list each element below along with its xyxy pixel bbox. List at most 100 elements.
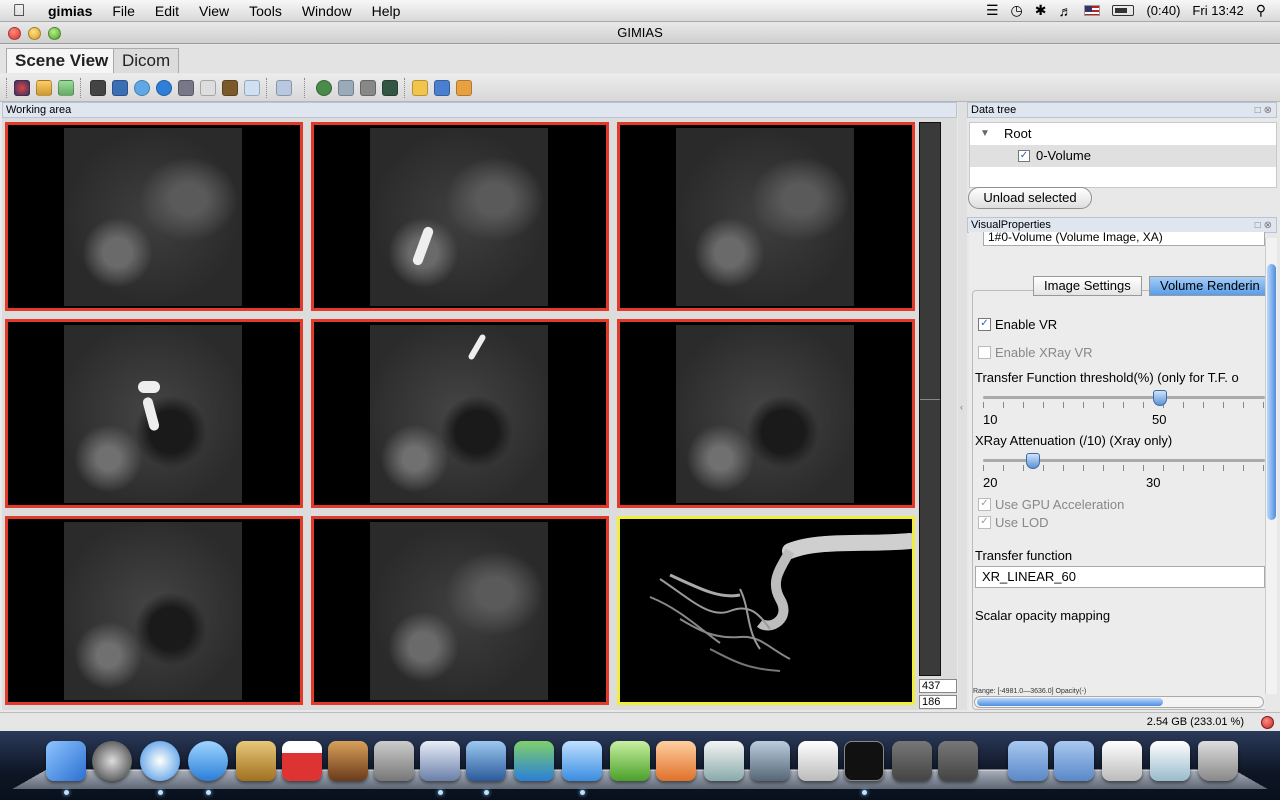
system-preferences-icon[interactable]: [374, 741, 414, 781]
slice-view-8[interactable]: [311, 516, 609, 705]
crosshair-icon[interactable]: [178, 80, 194, 96]
minimize-window-button[interactable]: [28, 27, 41, 40]
info-icon[interactable]: [156, 80, 172, 96]
window-thumb-icon[interactable]: [892, 741, 932, 781]
tree-item-checkbox[interactable]: ✓: [1018, 150, 1030, 162]
data-selector-combo[interactable]: 1#0-Volume (Volume Image, XA): [983, 232, 1265, 246]
xray-attenuation-knob[interactable]: [1026, 453, 1040, 469]
use-lod-checkbox[interactable]: ✓: [978, 516, 991, 529]
tab-volume-rendering[interactable]: Volume Renderin: [1149, 276, 1265, 296]
enable-xray-checkbox[interactable]: [978, 346, 991, 359]
tab-image-settings[interactable]: Image Settings: [1033, 276, 1142, 296]
close-panel-icon[interactable]: □ ⊗: [1255, 219, 1272, 233]
powerpoint-icon[interactable]: [656, 741, 696, 781]
menu-help[interactable]: Help: [362, 3, 411, 19]
menu-edit[interactable]: Edit: [145, 3, 189, 19]
properties-vertical-scrollbar[interactable]: [1265, 238, 1277, 694]
slice-view-2[interactable]: [311, 122, 609, 311]
settings-icon[interactable]: [200, 80, 216, 96]
downloads-stack-icon[interactable]: [1102, 741, 1142, 781]
menu-window[interactable]: Window: [292, 3, 362, 19]
open-folder-icon[interactable]: [412, 80, 428, 96]
slice-view-5[interactable]: [311, 319, 609, 508]
photo-icon[interactable]: [750, 741, 790, 781]
applications-folder-icon[interactable]: [1008, 741, 1048, 781]
slice-scrollbar[interactable]: [919, 122, 941, 676]
tab-scene-view[interactable]: Scene View: [6, 48, 118, 73]
unload-selected-button[interactable]: Unload selected: [968, 187, 1092, 209]
tab-dicom[interactable]: Dicom: [113, 48, 180, 73]
window-thumb-icon[interactable]: [938, 741, 978, 781]
capture-icon[interactable]: [382, 80, 398, 96]
vertical-scroll-thumb[interactable]: [1267, 264, 1276, 520]
menu-app-name[interactable]: gimias: [38, 3, 102, 19]
tree-root-row[interactable]: ▼ Root: [970, 123, 1276, 145]
lock-icon[interactable]: [360, 80, 376, 96]
safari-icon[interactable]: [140, 741, 180, 781]
gpu-acceleration-checkbox[interactable]: ✓: [978, 498, 991, 511]
view-icon[interactable]: [112, 80, 128, 96]
spotlight-search-icon[interactable]: ⚲: [1256, 2, 1266, 19]
battery-time[interactable]: (0:40): [1146, 3, 1180, 18]
zoom-window-button[interactable]: [48, 27, 61, 40]
iphoto-icon[interactable]: [328, 741, 368, 781]
image-icon[interactable]: [58, 80, 74, 96]
virtualbox-icon[interactable]: [466, 741, 506, 781]
texture-icon[interactable]: [222, 80, 238, 96]
enable-vr-checkbox[interactable]: ✓: [978, 318, 991, 331]
layout-icon[interactable]: [90, 80, 106, 96]
ichat-icon[interactable]: [188, 741, 228, 781]
wifi-icon[interactable]: ☰: [986, 2, 999, 19]
bluetooth-icon[interactable]: ✱: [1035, 2, 1047, 19]
slice-spin-bottom[interactable]: 186: [919, 695, 957, 709]
word-icon[interactable]: [562, 741, 602, 781]
axis-icon[interactable]: [244, 80, 260, 96]
excel-icon[interactable]: [610, 741, 650, 781]
slice-view-3[interactable]: [617, 122, 915, 311]
documents-folder-icon[interactable]: [1054, 741, 1094, 781]
volume-render-view[interactable]: [617, 516, 915, 705]
volume-icon[interactable]: ♬: [1058, 3, 1072, 19]
horizontal-scroll-thumb[interactable]: [977, 698, 1163, 706]
textedit-icon[interactable]: [798, 741, 838, 781]
plugin-icon[interactable]: [456, 80, 472, 96]
save-icon[interactable]: [434, 80, 450, 96]
tf-threshold-knob[interactable]: [1153, 390, 1167, 406]
slice-view-6[interactable]: [617, 319, 915, 508]
numbers-icon[interactable]: [514, 741, 554, 781]
slice-view-7[interactable]: [5, 516, 303, 705]
menu-clock[interactable]: Fri 13:42: [1192, 3, 1243, 18]
refresh-icon[interactable]: [316, 80, 332, 96]
slice-spin-top[interactable]: 437: [919, 679, 957, 693]
transform-icon[interactable]: [338, 80, 354, 96]
disclosure-triangle-icon[interactable]: ▼: [980, 123, 990, 145]
ical-icon[interactable]: [282, 741, 322, 781]
panel-splitter[interactable]: ‹: [958, 102, 967, 710]
time-machine-icon[interactable]: ◷: [1011, 2, 1023, 19]
finder-icon[interactable]: [46, 741, 86, 781]
terminal-icon[interactable]: [844, 741, 884, 781]
keynote-icon[interactable]: [420, 741, 460, 781]
measure-icon[interactable]: [36, 80, 52, 96]
menu-file[interactable]: File: [102, 3, 145, 19]
apple-icon[interactable]: : [0, 1, 38, 21]
slice-view-4[interactable]: [5, 319, 303, 508]
render-icon[interactable]: [14, 80, 30, 96]
trash-icon[interactable]: [1198, 741, 1238, 781]
tree-item-row[interactable]: ✓ 0-Volume: [970, 145, 1276, 167]
rotate-icon[interactable]: [134, 80, 150, 96]
link-icon[interactable]: [276, 80, 292, 96]
input-flag-icon[interactable]: [1084, 5, 1101, 16]
transfer-function-select[interactable]: XR_LINEAR_60: [975, 566, 1265, 588]
slice-view-1[interactable]: [5, 122, 303, 311]
menu-tools[interactable]: Tools: [239, 3, 292, 19]
battery-icon[interactable]: [1112, 5, 1135, 16]
close-window-button[interactable]: [8, 27, 21, 40]
preview-icon[interactable]: [704, 741, 744, 781]
stack-icon[interactable]: [1150, 741, 1190, 781]
dashboard-icon[interactable]: [92, 741, 132, 781]
properties-horizontal-scrollbar[interactable]: [974, 696, 1264, 708]
tf-threshold-slider[interactable]: [983, 396, 1265, 399]
address-book-icon[interactable]: [236, 741, 276, 781]
close-panel-icon[interactable]: □ ⊗: [1255, 104, 1272, 118]
